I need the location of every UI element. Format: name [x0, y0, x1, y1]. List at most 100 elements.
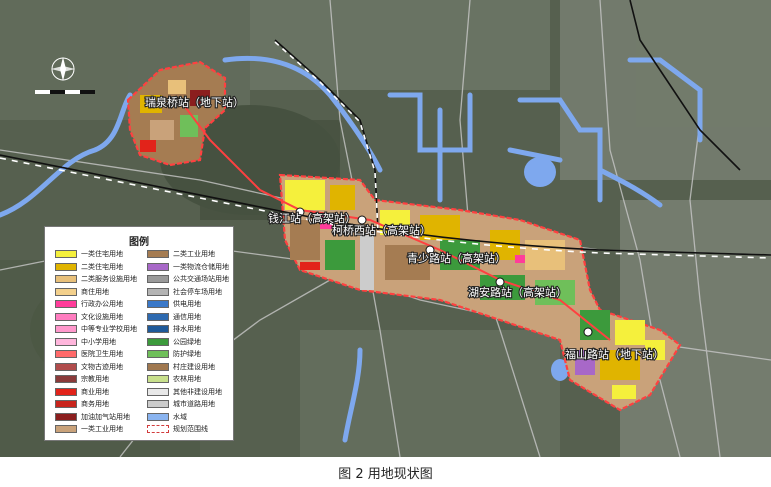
legend-label: 一类住宅用地 — [81, 250, 123, 258]
legend-item: 文化设施用地 — [55, 312, 123, 322]
station-marker — [583, 327, 593, 337]
legend-swatch — [55, 337, 77, 346]
legend-label: 二类服务设施用地 — [81, 275, 137, 283]
legend-swatch — [55, 425, 77, 433]
legend-item: 城市道路用地 — [147, 399, 215, 409]
legend-label: 医院卫生用地 — [81, 350, 123, 358]
legend-item: 农林用地 — [147, 374, 201, 384]
legend-swatch — [147, 337, 169, 346]
legend-item: 二类工业用地 — [147, 249, 215, 259]
legend-label: 农林用地 — [173, 375, 201, 383]
legend-item: 行政办公用地 — [55, 299, 123, 309]
legend-item: 通信用地 — [147, 312, 201, 322]
station-label-s1: 瑞泉桥站（地下站） — [145, 95, 244, 109]
compass-icon — [51, 57, 75, 81]
legend-label: 中小学用地 — [81, 337, 116, 346]
legend-item: 医院卫生用地 — [55, 349, 123, 359]
legend-item: 文物古迹用地 — [55, 362, 123, 372]
station-label-s3: 柯桥西站（高架站） — [332, 223, 431, 237]
station-label-s4: 青少路站（高架站） — [407, 251, 506, 265]
legend-swatch — [55, 325, 77, 333]
legend-swatch — [55, 412, 77, 421]
legend-label: 排水用地 — [173, 325, 201, 333]
legend-label: 商住用地 — [81, 287, 109, 296]
legend-item: 其他非建设用地 — [147, 387, 222, 397]
legend-label: 供电用地 — [173, 300, 201, 308]
legend-label: 商业用地 — [81, 387, 109, 396]
legend-item: 规划范围线 — [147, 424, 208, 434]
legend-item: 二类住宅用地 — [55, 262, 123, 272]
legend-item: 村庄建设用地 — [147, 362, 215, 372]
legend-label: 二类住宅用地 — [81, 262, 123, 271]
legend-label: 宗教用地 — [81, 375, 109, 383]
legend-label: 其他非建设用地 — [173, 387, 222, 396]
legend-title: 图例 — [129, 237, 149, 248]
figure-caption: 图 2 用地现状图 — [338, 467, 433, 482]
legend-swatch — [147, 287, 169, 296]
legend-swatch — [55, 387, 77, 396]
legend-item: 公共交通场站用地 — [147, 274, 229, 284]
legend-item: 水域 — [147, 412, 187, 422]
legend-item: 加油加气站用地 — [55, 412, 130, 422]
legend-swatch — [147, 300, 169, 308]
legend-swatch — [147, 350, 169, 358]
legend-label: 行政办公用地 — [81, 300, 123, 308]
legend-label: 通信用地 — [173, 312, 201, 321]
legend-label: 加油加气站用地 — [81, 412, 130, 421]
legend-label: 一类工业用地 — [81, 425, 123, 433]
legend-label: 文化设施用地 — [81, 312, 123, 321]
legend-swatch — [147, 262, 169, 271]
legend-swatch — [55, 350, 77, 358]
legend-label: 公园绿地 — [173, 337, 201, 346]
station-label-s2: 钱江站（高架站） — [268, 211, 356, 225]
legend-label: 规划范围线 — [173, 425, 208, 433]
station-label-s6: 福山路站（地下站） — [565, 347, 664, 361]
station-label-s5: 湖安路站（高架站） — [468, 285, 567, 299]
legend-label: 防护绿地 — [173, 350, 201, 358]
legend-item: 一类物流仓储用地 — [147, 262, 229, 272]
legend-swatch — [55, 400, 77, 408]
legend-item: 二类服务设施用地 — [55, 274, 137, 284]
legend-label: 中等专业学校用地 — [81, 325, 137, 333]
legend-item: 宗教用地 — [55, 374, 109, 384]
legend-item: 商住用地 — [55, 287, 109, 297]
legend-item: 中小学用地 — [55, 337, 116, 347]
legend-item: 一类工业用地 — [55, 424, 123, 434]
scale-bar-icon — [35, 90, 95, 94]
legend-swatch — [147, 375, 169, 383]
legend-swatch — [55, 300, 77, 308]
legend-swatch — [147, 362, 169, 371]
legend-label: 公共交通场站用地 — [173, 275, 229, 283]
legend-item: 供电用地 — [147, 299, 201, 309]
legend-label: 水域 — [173, 412, 187, 421]
legend: 图例 一类住宅用地 二类住宅用地 二类服务设施用地 商住用地 行政办公用地 文化设施用地中… — [44, 226, 234, 441]
legend-swatch — [147, 325, 169, 333]
legend-item: 中等专业学校用地 — [55, 324, 137, 334]
legend-item: 一类住宅用地 — [55, 249, 123, 259]
legend-item: 公园绿地 — [147, 337, 201, 347]
legend-swatch — [147, 312, 169, 321]
legend-label: 商务用地 — [81, 400, 109, 408]
legend-label: 一类物流仓储用地 — [173, 262, 229, 271]
legend-swatch — [55, 312, 77, 321]
legend-swatch — [147, 387, 169, 396]
legend-swatch — [147, 275, 169, 283]
legend-swatch — [147, 412, 169, 421]
lake — [524, 157, 556, 187]
legend-swatch — [147, 250, 169, 258]
legend-item: 商业用地 — [55, 387, 109, 397]
legend-label: 文物古迹用地 — [81, 362, 123, 371]
legend-swatch — [55, 250, 77, 258]
legend-swatch — [55, 362, 77, 371]
legend-label: 城市道路用地 — [173, 400, 215, 408]
legend-label: 二类工业用地 — [173, 250, 215, 258]
legend-item: 商务用地 — [55, 399, 109, 409]
legend-item: 排水用地 — [147, 324, 201, 334]
legend-swatch — [147, 400, 169, 408]
legend-item: 防护绿地 — [147, 349, 201, 359]
station-marker — [357, 215, 367, 225]
legend-label: 村庄建设用地 — [173, 362, 215, 371]
legend-item: 社会停车场用地 — [147, 287, 222, 297]
station-marker — [495, 277, 505, 287]
legend-swatch — [147, 425, 169, 433]
